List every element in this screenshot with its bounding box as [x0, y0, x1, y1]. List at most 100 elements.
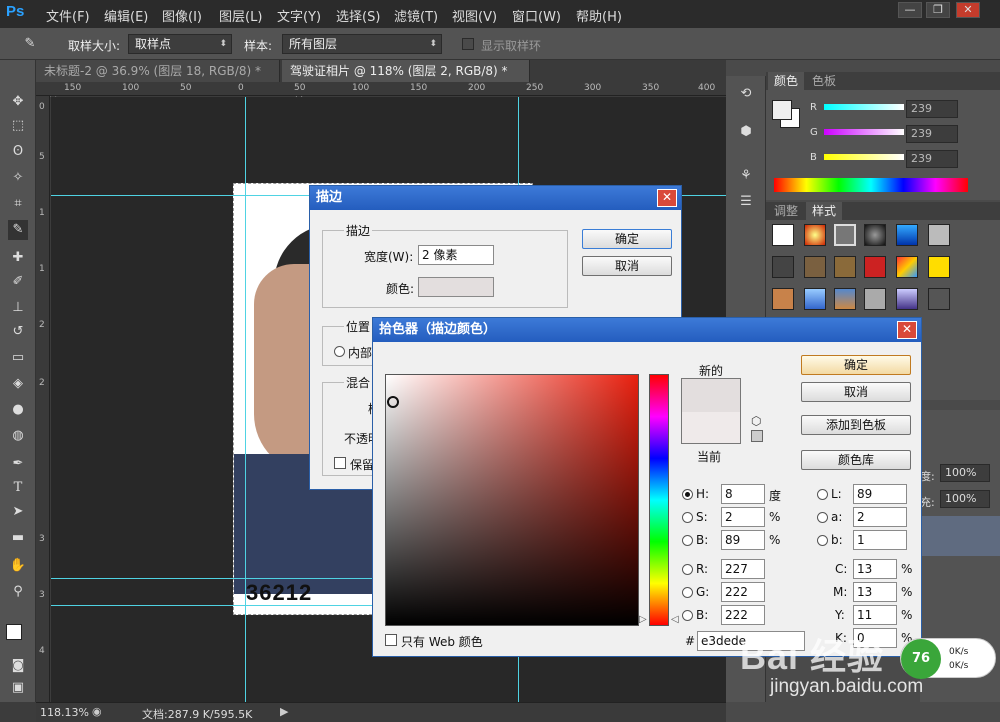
style-swatch[interactable] [896, 288, 918, 310]
minimize-button[interactable]: — [898, 2, 922, 18]
eraser-tool-icon[interactable]: ▭ [8, 348, 28, 368]
style-swatch[interactable] [928, 288, 950, 310]
g-input[interactable]: 222 [721, 582, 765, 602]
style-swatch[interactable] [864, 288, 886, 310]
h-radio[interactable] [682, 489, 693, 500]
style-swatch[interactable] [772, 288, 794, 310]
style-swatch[interactable] [804, 256, 826, 278]
b-value[interactable]: 239 [906, 150, 958, 168]
lasso-tool-icon[interactable]: ʘ [8, 142, 28, 162]
g-slider[interactable] [824, 129, 904, 135]
sample-select[interactable]: 所有图层 ⬍ [282, 34, 442, 54]
blur-tool-icon[interactable]: ● [8, 400, 28, 420]
close-icon[interactable]: ✕ [897, 321, 917, 339]
color-spectrum[interactable] [774, 178, 968, 192]
menu-select[interactable]: 选择(S) [336, 6, 380, 25]
style-swatch[interactable] [834, 288, 856, 310]
s-radio[interactable] [682, 512, 693, 523]
b-input[interactable]: 89 [721, 530, 765, 550]
menu-file[interactable]: 文件(F) [46, 6, 90, 25]
c-input[interactable]: 13 [853, 559, 897, 579]
inside-radio[interactable] [334, 346, 345, 357]
network-speed-widget[interactable]: 76 0K/s 0K/s [900, 638, 996, 679]
info-icon[interactable]: ◉ [92, 705, 102, 718]
b-slider[interactable] [824, 154, 904, 160]
preserve-transparency-checkbox[interactable] [334, 457, 346, 469]
magic-wand-icon[interactable]: ✧ [8, 168, 28, 188]
crop-tool-icon[interactable]: ⌗ [8, 194, 28, 214]
history-icon[interactable]: ⟲ [736, 86, 756, 106]
path-select-icon[interactable]: ➤ [8, 502, 28, 522]
restore-button[interactable]: ❐ [926, 2, 950, 18]
guide-line[interactable] [245, 97, 246, 702]
picker-ok-button[interactable]: 确定 [801, 355, 911, 375]
stroke-cancel-button[interactable]: 取消 [582, 256, 672, 276]
stroke-color-swatch[interactable] [418, 277, 494, 297]
menu-filter[interactable]: 滤镜(T) [394, 6, 438, 25]
blue-radio[interactable] [682, 610, 693, 621]
l-input[interactable]: 89 [853, 484, 907, 504]
fill-value[interactable]: 100% [940, 490, 990, 508]
menu-type[interactable]: 文字(Y) [277, 6, 321, 25]
tab-adjustments[interactable]: 调整 [768, 202, 804, 220]
web-safe-swatch[interactable] [751, 430, 763, 442]
style-swatch[interactable] [834, 256, 856, 278]
move-tool-icon[interactable]: ✥ [8, 92, 28, 112]
current-color-swatch[interactable] [681, 412, 741, 444]
brush-tool-icon[interactable]: ✐ [8, 272, 28, 292]
style-none-swatch[interactable] [772, 224, 794, 246]
r-radio[interactable] [682, 564, 693, 575]
a-input[interactable]: 2 [853, 507, 907, 527]
bucket-tool-icon[interactable]: ◈ [8, 374, 28, 394]
screen-mode-icon[interactable]: ▣ [8, 678, 28, 698]
zoom-tool-icon[interactable]: ⚲ [8, 582, 28, 602]
tab-swatches[interactable]: 色板 [806, 72, 842, 90]
style-swatch[interactable] [864, 256, 886, 278]
brush-preset-icon[interactable]: ⚘ [736, 168, 756, 188]
g-radio[interactable] [682, 587, 693, 598]
l-radio[interactable] [817, 489, 828, 500]
menu-view[interactable]: 视图(V) [452, 6, 497, 25]
style-swatch[interactable] [804, 288, 826, 310]
web-colors-checkbox[interactable] [385, 634, 397, 646]
hue-arrow-icon[interactable]: ◁ [671, 614, 679, 625]
style-swatch[interactable] [804, 224, 826, 246]
stamp-tool-icon[interactable]: ⊥ [8, 298, 28, 318]
sample-size-select[interactable]: 取样点 ⬍ [128, 34, 232, 54]
shape-tool-icon[interactable]: ▬ [8, 528, 28, 548]
properties-icon[interactable]: ☰ [736, 194, 756, 214]
style-swatch[interactable] [896, 256, 918, 278]
close-window-button[interactable]: ✕ [956, 2, 980, 18]
tab-untitled-2[interactable]: 未标题-2 @ 36.9% (图层 18, RGB/8) * × [36, 60, 280, 100]
tab-license-photo[interactable]: 驾驶证相片 @ 118% (图层 2, RGB/8) * × [282, 60, 530, 100]
color-libraries-button[interactable]: 颜色库 [801, 450, 911, 470]
s-input[interactable]: 2 [721, 507, 765, 527]
color-cursor[interactable] [387, 396, 399, 408]
pen-tool-icon[interactable]: ✒ [8, 454, 28, 474]
close-icon[interactable]: ✕ [657, 189, 677, 207]
style-swatch[interactable] [772, 256, 794, 278]
eyedropper-icon[interactable]: ✎ [20, 34, 40, 54]
hue-arrow-icon[interactable]: ▷ [639, 614, 647, 625]
h-input[interactable]: 8 [721, 484, 765, 504]
style-swatch[interactable] [928, 256, 950, 278]
status-arrow-icon[interactable]: ▶ [280, 705, 288, 718]
hue-slider[interactable] [649, 374, 669, 626]
3d-cube-icon[interactable]: ⬡ [751, 414, 761, 428]
r-slider[interactable] [824, 104, 904, 110]
dodge-tool-icon[interactable]: ◍ [8, 426, 28, 446]
saturation-brightness-field[interactable] [385, 374, 639, 626]
a-radio[interactable] [817, 512, 828, 523]
3d-icon[interactable]: ⬢ [736, 124, 756, 144]
marquee-tool-icon[interactable]: ⬚ [8, 116, 28, 136]
menu-help[interactable]: 帮助(H) [576, 6, 622, 25]
width-input[interactable]: 2 像素 [418, 245, 494, 265]
picker-cancel-button[interactable]: 取消 [801, 382, 911, 402]
healing-brush-icon[interactable]: ✚ [8, 248, 28, 268]
foreground-color-swatch[interactable] [6, 624, 22, 640]
menu-image[interactable]: 图像(I) [162, 6, 202, 25]
fg-color-chip[interactable] [772, 100, 792, 120]
menu-edit[interactable]: 编辑(E) [104, 6, 148, 25]
r-input[interactable]: 227 [721, 559, 765, 579]
r-value[interactable]: 239 [906, 100, 958, 118]
